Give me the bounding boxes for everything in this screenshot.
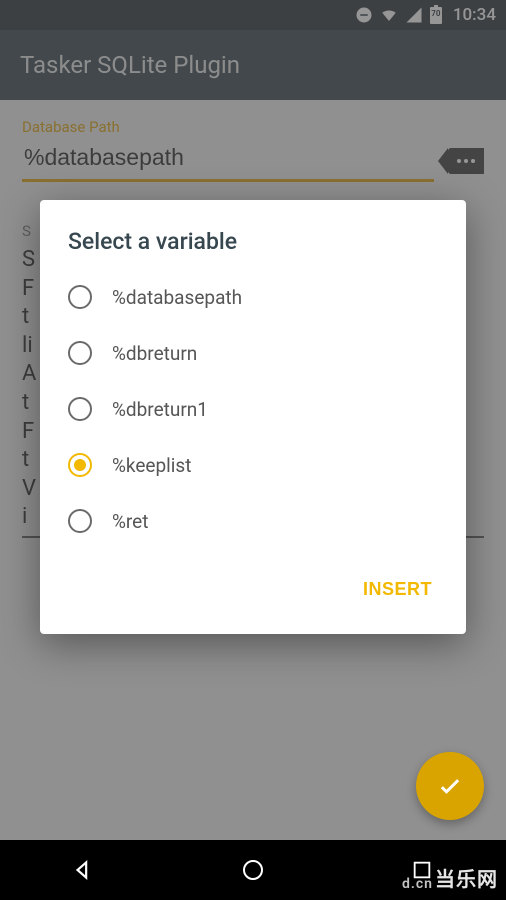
nav-home-button[interactable]: [223, 850, 283, 890]
radio-label: %keeplist: [112, 454, 191, 477]
confirm-fab[interactable]: [416, 752, 484, 820]
radio-list: %databasepath %dbreturn %dbreturn1 %keeplis…: [40, 269, 466, 549]
radio-label: %dbreturn1: [112, 398, 208, 421]
check-icon: [436, 772, 464, 800]
nav-back-button[interactable]: [54, 850, 114, 890]
back-icon: [71, 857, 97, 883]
radio-icon: [68, 285, 92, 309]
radio-label: %databasepath: [112, 286, 242, 309]
select-variable-dialog: Select a variable %databasepath %dbreturn…: [40, 200, 466, 634]
radio-icon: [68, 453, 92, 477]
radio-icon: [68, 341, 92, 365]
radio-option[interactable]: %dbreturn1: [40, 381, 466, 437]
home-icon: [241, 858, 265, 882]
insert-button[interactable]: INSERT: [353, 571, 442, 608]
radio-label: %ret: [112, 510, 148, 533]
recent-icon: [411, 859, 433, 881]
radio-option[interactable]: %databasepath: [40, 269, 466, 325]
radio-icon: [68, 397, 92, 421]
radio-option[interactable]: %ret: [40, 493, 466, 549]
radio-label: %dbreturn: [112, 342, 197, 365]
radio-option[interactable]: %dbreturn: [40, 325, 466, 381]
radio-icon: [68, 509, 92, 533]
navigation-bar: d.cn 当乐网: [0, 840, 506, 900]
dialog-title: Select a variable: [40, 228, 466, 269]
nav-recent-button[interactable]: [392, 850, 452, 890]
radio-option[interactable]: %keeplist: [40, 437, 466, 493]
